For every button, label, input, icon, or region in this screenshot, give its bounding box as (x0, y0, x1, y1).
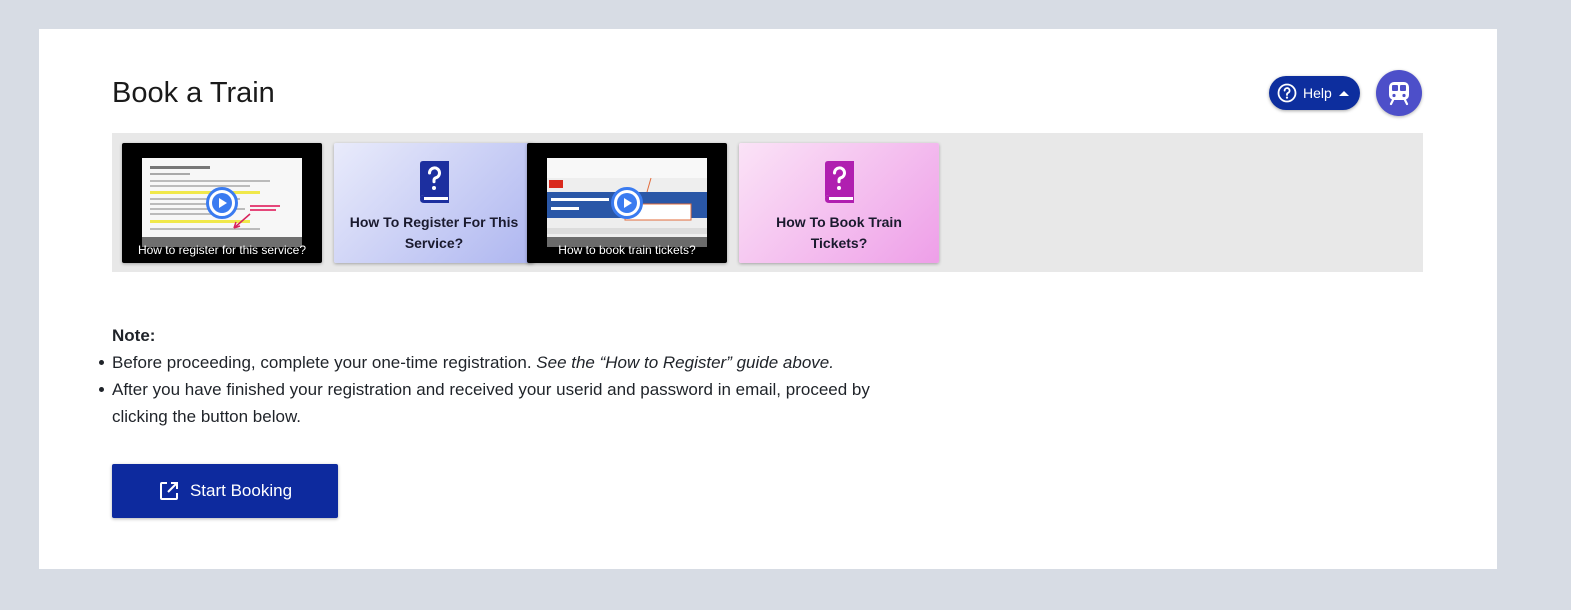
note-item: Before proceeding, complete your one-tim… (99, 349, 922, 376)
note-item-text: Before proceeding, complete your one-tim… (112, 353, 537, 372)
play-icon (611, 187, 643, 219)
question-circle-icon (1277, 83, 1297, 103)
guide-title: How To Register For This Service? (349, 214, 519, 251)
help-book-icon (416, 160, 452, 204)
note-heading: Note: (112, 326, 156, 345)
video-tile-register[interactable]: How to register for this service? (122, 143, 322, 263)
help-label: Help (1303, 85, 1332, 101)
note-item-emphasis: See the “How to Register” guide above. (536, 353, 834, 372)
train-icon (1386, 80, 1412, 106)
open-in-new-icon (158, 480, 180, 502)
note-item: After you have finished your registratio… (99, 376, 922, 430)
start-booking-label: Start Booking (189, 481, 293, 500)
guide-title: How To Book Train Tickets? (776, 214, 902, 251)
play-icon (206, 187, 238, 219)
help-button[interactable]: Help (1269, 76, 1360, 110)
caret-up-icon (1338, 90, 1349, 96)
guide-tile-booking[interactable]: How To Book Train Tickets? (739, 143, 939, 263)
help-media-strip: How to register for this service? How To… (112, 133, 1423, 272)
video-tile-booking[interactable]: How to book train tickets? (527, 143, 727, 263)
page-title: Book a Train (112, 77, 275, 109)
help-book-icon (821, 160, 857, 204)
booking-card: Book a Train Help How to register for th… (39, 29, 1497, 569)
note-list: Before proceeding, complete your one-tim… (99, 349, 922, 430)
start-booking-button[interactable]: Start Booking (112, 464, 338, 518)
train-avatar[interactable] (1376, 70, 1422, 116)
guide-tile-register[interactable]: How To Register For This Service? (334, 143, 534, 263)
note-item-text: After you have finished your registratio… (112, 380, 870, 426)
video-caption: How to register for this service? (137, 243, 307, 257)
video-caption: How to book train tickets? (558, 243, 696, 257)
